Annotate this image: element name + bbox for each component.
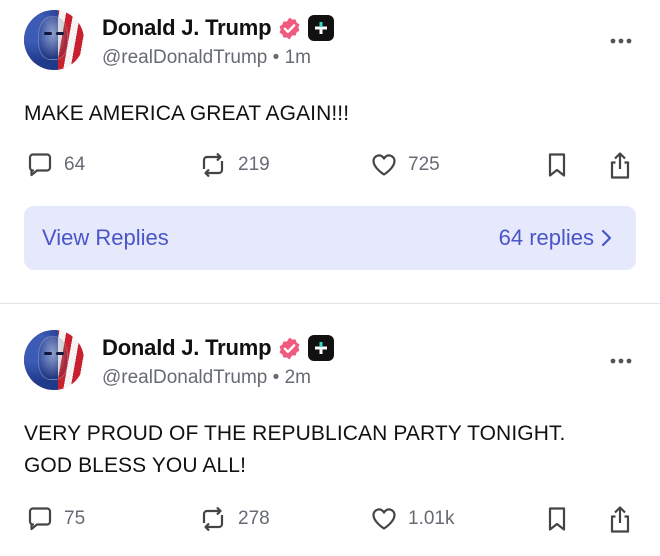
reply-icon xyxy=(28,507,52,531)
like-button[interactable]: 725 xyxy=(370,151,440,179)
chevron-right-icon xyxy=(601,229,612,247)
like-button[interactable]: 1.01k xyxy=(370,505,454,533)
reply-button[interactable]: 75 xyxy=(26,505,85,533)
verified-badge-icon xyxy=(279,17,300,39)
post-actions: 75 278 1.01k xyxy=(0,505,660,535)
author-name[interactable]: Donald J. Trump xyxy=(102,335,272,361)
author-name[interactable]: Donald J. Trump xyxy=(102,15,272,41)
repost-icon xyxy=(202,152,224,178)
post-2: Donald J. Trump @realDonaldTrump • 2m VE… xyxy=(0,320,660,556)
plus-badge-icon xyxy=(308,15,335,41)
avatar[interactable] xyxy=(24,10,84,70)
repost-icon xyxy=(202,506,224,532)
plus-badge-icon xyxy=(308,335,335,361)
post-text: MAKE AMERICA GREAT AGAIN!!! xyxy=(24,102,350,125)
handle-time: @realDonaldTrump • 2m xyxy=(102,367,311,388)
post-1: Donald J. Trump @realDonaldTrump • 1m MA… xyxy=(0,0,660,300)
handle-time: @realDonaldTrump • 1m xyxy=(102,47,311,68)
reply-icon xyxy=(28,153,52,177)
repost-count: 219 xyxy=(238,154,270,175)
reply-count: 75 xyxy=(64,508,86,529)
replies-count-label: 64 replies xyxy=(498,225,594,250)
repost-button[interactable]: 219 xyxy=(198,151,270,179)
view-replies-label: View Replies xyxy=(42,225,169,250)
share-icon[interactable] xyxy=(607,151,633,181)
post-text: VERY PROUD OF THE REPUBLICAN PARTY TONIG… xyxy=(24,422,566,477)
like-icon xyxy=(372,154,396,176)
like-icon xyxy=(372,508,396,530)
repost-count: 278 xyxy=(238,508,270,529)
repost-button[interactable]: 278 xyxy=(198,505,270,533)
more-icon[interactable] xyxy=(610,38,632,44)
like-count: 725 xyxy=(408,154,440,175)
share-icon[interactable] xyxy=(607,505,633,535)
reply-count: 64 xyxy=(64,154,86,175)
bookmark-icon[interactable] xyxy=(545,151,569,179)
view-replies-button[interactable]: View Replies 64 replies xyxy=(24,206,636,270)
post-actions: 64 219 725 xyxy=(0,151,660,181)
like-count: 1.01k xyxy=(408,508,455,529)
avatar[interactable] xyxy=(24,330,84,390)
bookmark-icon[interactable] xyxy=(545,505,569,533)
more-icon[interactable] xyxy=(610,358,632,364)
verified-badge-icon xyxy=(279,337,300,359)
post-divider xyxy=(0,303,660,304)
reply-button[interactable]: 64 xyxy=(26,151,85,179)
